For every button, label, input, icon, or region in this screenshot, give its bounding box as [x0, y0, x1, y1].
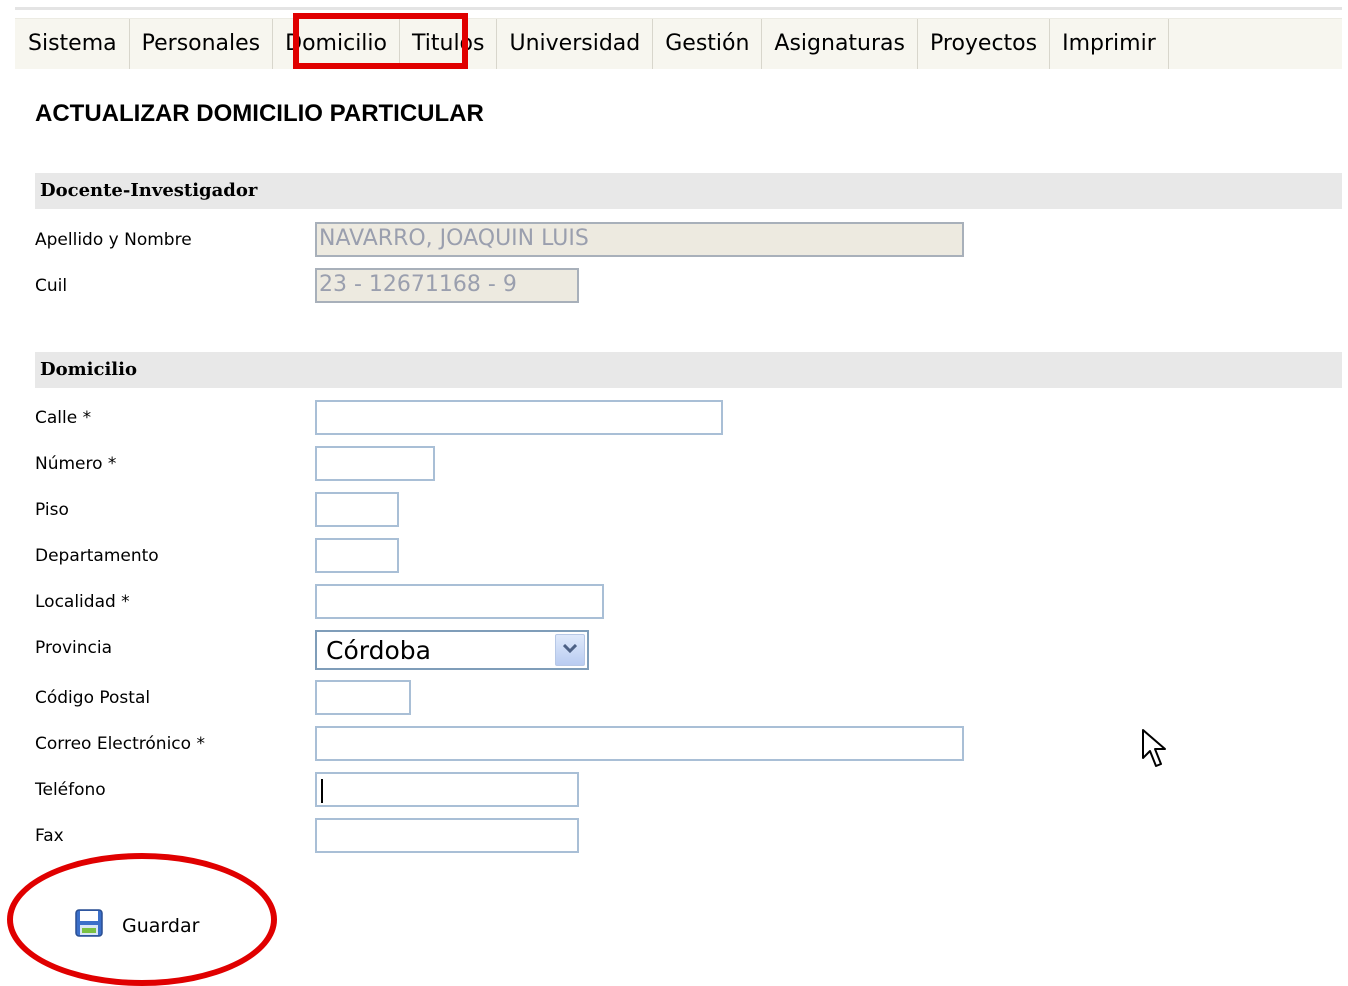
main-menu: Sistema Personales Domicilio Titulos Uni…	[15, 18, 1342, 69]
correo-input[interactable]	[315, 726, 964, 761]
save-button[interactable]: Guardar	[70, 905, 210, 945]
localidad-label: Localidad *	[35, 592, 130, 612]
departamento-label: Departamento	[35, 546, 159, 566]
docente-section-header: Docente-Investigador	[35, 173, 1342, 209]
calle-input[interactable]	[315, 400, 723, 435]
numero-label: Número *	[35, 454, 117, 474]
domicilio-highlight-box	[293, 13, 468, 69]
menu-item-imprimir[interactable]: Imprimir	[1050, 19, 1169, 69]
codigo-postal-input[interactable]	[315, 680, 411, 715]
menu-item-proyectos[interactable]: Proyectos	[918, 19, 1051, 69]
piso-label: Piso	[35, 500, 69, 520]
page-title: ACTUALIZAR DOMICILIO PARTICULAR	[35, 100, 484, 127]
fax-label: Fax	[35, 826, 64, 846]
save-label: Guardar	[122, 915, 200, 937]
menu-item-personales[interactable]: Personales	[130, 19, 274, 69]
domicilio-section-header: Domicilio	[35, 352, 1342, 388]
floppy-disk-icon	[75, 909, 103, 937]
calle-label: Calle *	[35, 408, 92, 428]
codigo-postal-label: Código Postal	[35, 688, 151, 708]
menu-item-gestion[interactable]: Gestión	[653, 19, 763, 69]
piso-input[interactable]	[315, 492, 399, 527]
text-caret	[321, 779, 323, 803]
chevron-down-icon	[563, 644, 577, 654]
menu-item-universidad[interactable]: Universidad	[497, 19, 654, 69]
menu-item-asignaturas[interactable]: Asignaturas	[762, 19, 918, 69]
provincia-label: Provincia	[35, 638, 113, 658]
fax-input[interactable]	[315, 818, 579, 853]
provincia-selected-value: Córdoba	[326, 636, 431, 665]
top-divider	[15, 7, 1342, 10]
telefono-label: Teléfono	[35, 780, 106, 800]
apellido-label: Apellido y Nombre	[35, 230, 192, 250]
localidad-input[interactable]	[315, 584, 604, 619]
menu-item-sistema[interactable]: Sistema	[15, 19, 130, 69]
mouse-pointer-icon	[1142, 729, 1166, 767]
departamento-input[interactable]	[315, 538, 399, 573]
cuil-field: 23 - 12671168 - 9	[315, 268, 579, 303]
telefono-input[interactable]	[315, 772, 579, 807]
provincia-dropdown-button[interactable]	[555, 634, 585, 666]
apellido-field: NAVARRO, JOAQUIN LUIS	[315, 222, 964, 257]
provincia-select[interactable]: Córdoba	[315, 630, 589, 670]
cuil-label: Cuil	[35, 276, 68, 296]
numero-input[interactable]	[315, 446, 435, 481]
correo-label: Correo Electrónico *	[35, 734, 205, 754]
